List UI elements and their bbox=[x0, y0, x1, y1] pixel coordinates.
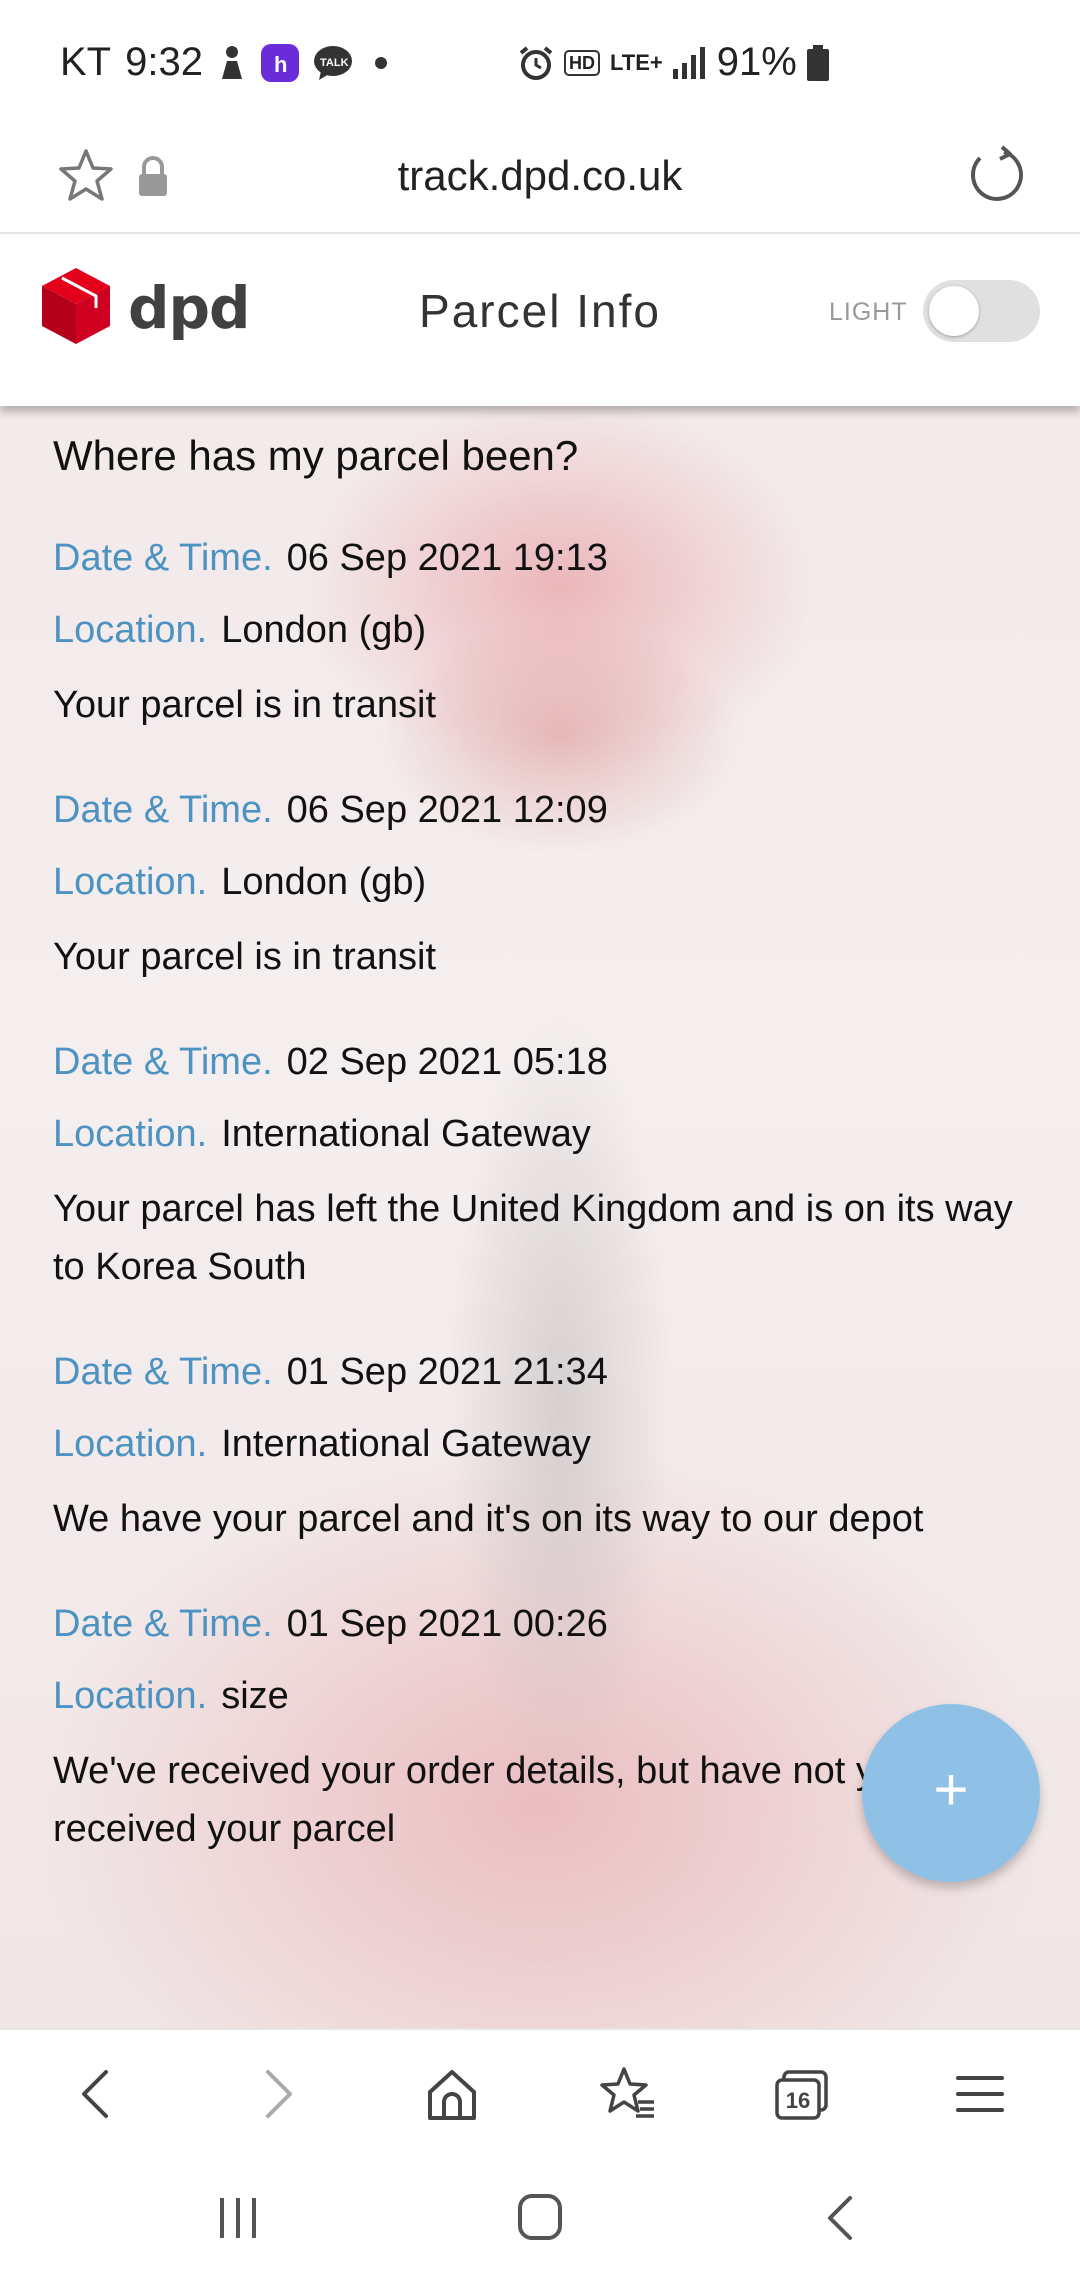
event-location: International Gateway bbox=[221, 1423, 591, 1465]
location-label: Location. bbox=[53, 1675, 208, 1717]
site-header: dpd Parcel Info LIGHT bbox=[0, 234, 1080, 406]
tracking-event: Date & Time. 02 Sep 2021 05:18 Location. I… bbox=[53, 1036, 1033, 1296]
hyperconnect-app-icon: h bbox=[260, 43, 299, 82]
nav-back-icon[interactable] bbox=[812, 2190, 872, 2246]
network-type: LTE+ bbox=[610, 49, 663, 75]
url-field[interactable]: track.dpd.co.uk bbox=[0, 152, 1080, 200]
event-datetime: 02 Sep 2021 05:18 bbox=[286, 1041, 608, 1083]
location-label: Location. bbox=[53, 1113, 208, 1155]
date-label: Date & Time. bbox=[53, 1603, 273, 1645]
svg-text:TALK: TALK bbox=[320, 57, 349, 69]
battery-percent: 91% bbox=[716, 40, 797, 84]
event-description: Your parcel is in transit bbox=[53, 684, 437, 726]
theme-toggle[interactable] bbox=[923, 280, 1040, 342]
hd-voice-badge: HD bbox=[564, 49, 600, 76]
event-location-row: Location. London (gb) bbox=[53, 856, 1033, 908]
status-left: KT 9:32 h TALK bbox=[60, 40, 387, 85]
more-notifications-dot bbox=[374, 56, 387, 69]
page-title: Parcel Info bbox=[419, 285, 661, 337]
section-heading: Where has my parcel been? bbox=[53, 432, 579, 479]
recents-icon[interactable] bbox=[208, 2190, 268, 2246]
event-description: We have your parcel and it's on its way … bbox=[53, 1498, 924, 1540]
plus-icon: + bbox=[933, 1756, 969, 1823]
event-location: International Gateway bbox=[221, 1113, 591, 1155]
event-description: Your parcel has left the United Kingdom … bbox=[53, 1188, 1013, 1288]
browser-toolbar: 16 bbox=[0, 2028, 1080, 2156]
event-datetime-row: Date & Time. 02 Sep 2021 05:18 bbox=[53, 1036, 1033, 1088]
home-circle-icon[interactable] bbox=[510, 2190, 570, 2246]
date-label: Date & Time. bbox=[53, 789, 273, 831]
home-icon[interactable] bbox=[422, 2064, 482, 2124]
event-location-row: Location. International Gateway bbox=[53, 1418, 1033, 1470]
signal-icon bbox=[672, 46, 707, 79]
event-datetime-row: Date & Time. 06 Sep 2021 19:13 bbox=[53, 532, 1033, 584]
alarm-icon bbox=[518, 45, 554, 81]
svg-text:h: h bbox=[274, 52, 287, 77]
location-label: Location. bbox=[53, 1423, 208, 1465]
event-location-row: Location. London (gb) bbox=[53, 604, 1033, 656]
talk-chat-icon: TALK bbox=[313, 45, 353, 81]
forward-icon[interactable] bbox=[246, 2064, 306, 2124]
add-fab-button[interactable]: + bbox=[862, 1704, 1040, 1882]
event-datetime-row: Date & Time. 06 Sep 2021 12:09 bbox=[53, 784, 1033, 836]
date-label: Date & Time. bbox=[53, 1041, 273, 1083]
event-datetime: 01 Sep 2021 21:34 bbox=[286, 1351, 608, 1393]
event-datetime: 01 Sep 2021 00:26 bbox=[286, 1603, 608, 1645]
event-datetime-row: Date & Time. 01 Sep 2021 21:34 bbox=[53, 1346, 1033, 1398]
status-right: HD LTE+ 91% bbox=[518, 40, 829, 85]
status-bar: KT 9:32 h TALK HD LTE+ 91% bbox=[0, 0, 1080, 126]
battery-icon bbox=[806, 44, 829, 81]
tabs-icon[interactable]: 16 bbox=[772, 2064, 832, 2124]
bookmarks-icon[interactable] bbox=[598, 2064, 658, 2124]
event-datetime: 06 Sep 2021 12:09 bbox=[286, 789, 608, 831]
event-description: Your parcel is in transit bbox=[53, 936, 437, 978]
menu-icon[interactable] bbox=[950, 2064, 1010, 2124]
date-label: Date & Time. bbox=[53, 1351, 273, 1393]
back-icon[interactable] bbox=[68, 2064, 128, 2124]
date-label: Date & Time. bbox=[53, 537, 273, 579]
browser-url-bar: track.dpd.co.uk bbox=[0, 126, 1080, 234]
event-location-row: Location. International Gateway bbox=[53, 1108, 1033, 1160]
carrier-label: KT bbox=[60, 40, 112, 84]
reload-icon[interactable] bbox=[966, 144, 1028, 206]
tracking-history: Where has my parcel been? Date & Time. 06… bbox=[53, 432, 1033, 1908]
clock: 9:32 bbox=[125, 40, 203, 84]
theme-label: LIGHT bbox=[829, 298, 908, 326]
event-location: size bbox=[221, 1675, 289, 1717]
system-nav-bar bbox=[0, 2156, 1080, 2280]
tracking-event: Date & Time. 06 Sep 2021 19:13 Location. L… bbox=[53, 532, 1033, 734]
toggle-knob bbox=[929, 286, 979, 336]
tab-count: 16 bbox=[785, 2088, 811, 2113]
tracking-event: Date & Time. 06 Sep 2021 12:09 Location. L… bbox=[53, 784, 1033, 986]
event-datetime: 06 Sep 2021 19:13 bbox=[286, 537, 608, 579]
event-location: London (gb) bbox=[221, 861, 427, 903]
tracking-event: Date & Time. 01 Sep 2021 21:34 Location. I… bbox=[53, 1346, 1033, 1548]
location-label: Location. bbox=[53, 861, 208, 903]
event-datetime-row: Date & Time. 01 Sep 2021 00:26 bbox=[53, 1598, 1033, 1650]
event-location: London (gb) bbox=[221, 609, 427, 651]
location-label: Location. bbox=[53, 609, 208, 651]
figure-notification-icon bbox=[217, 45, 247, 81]
